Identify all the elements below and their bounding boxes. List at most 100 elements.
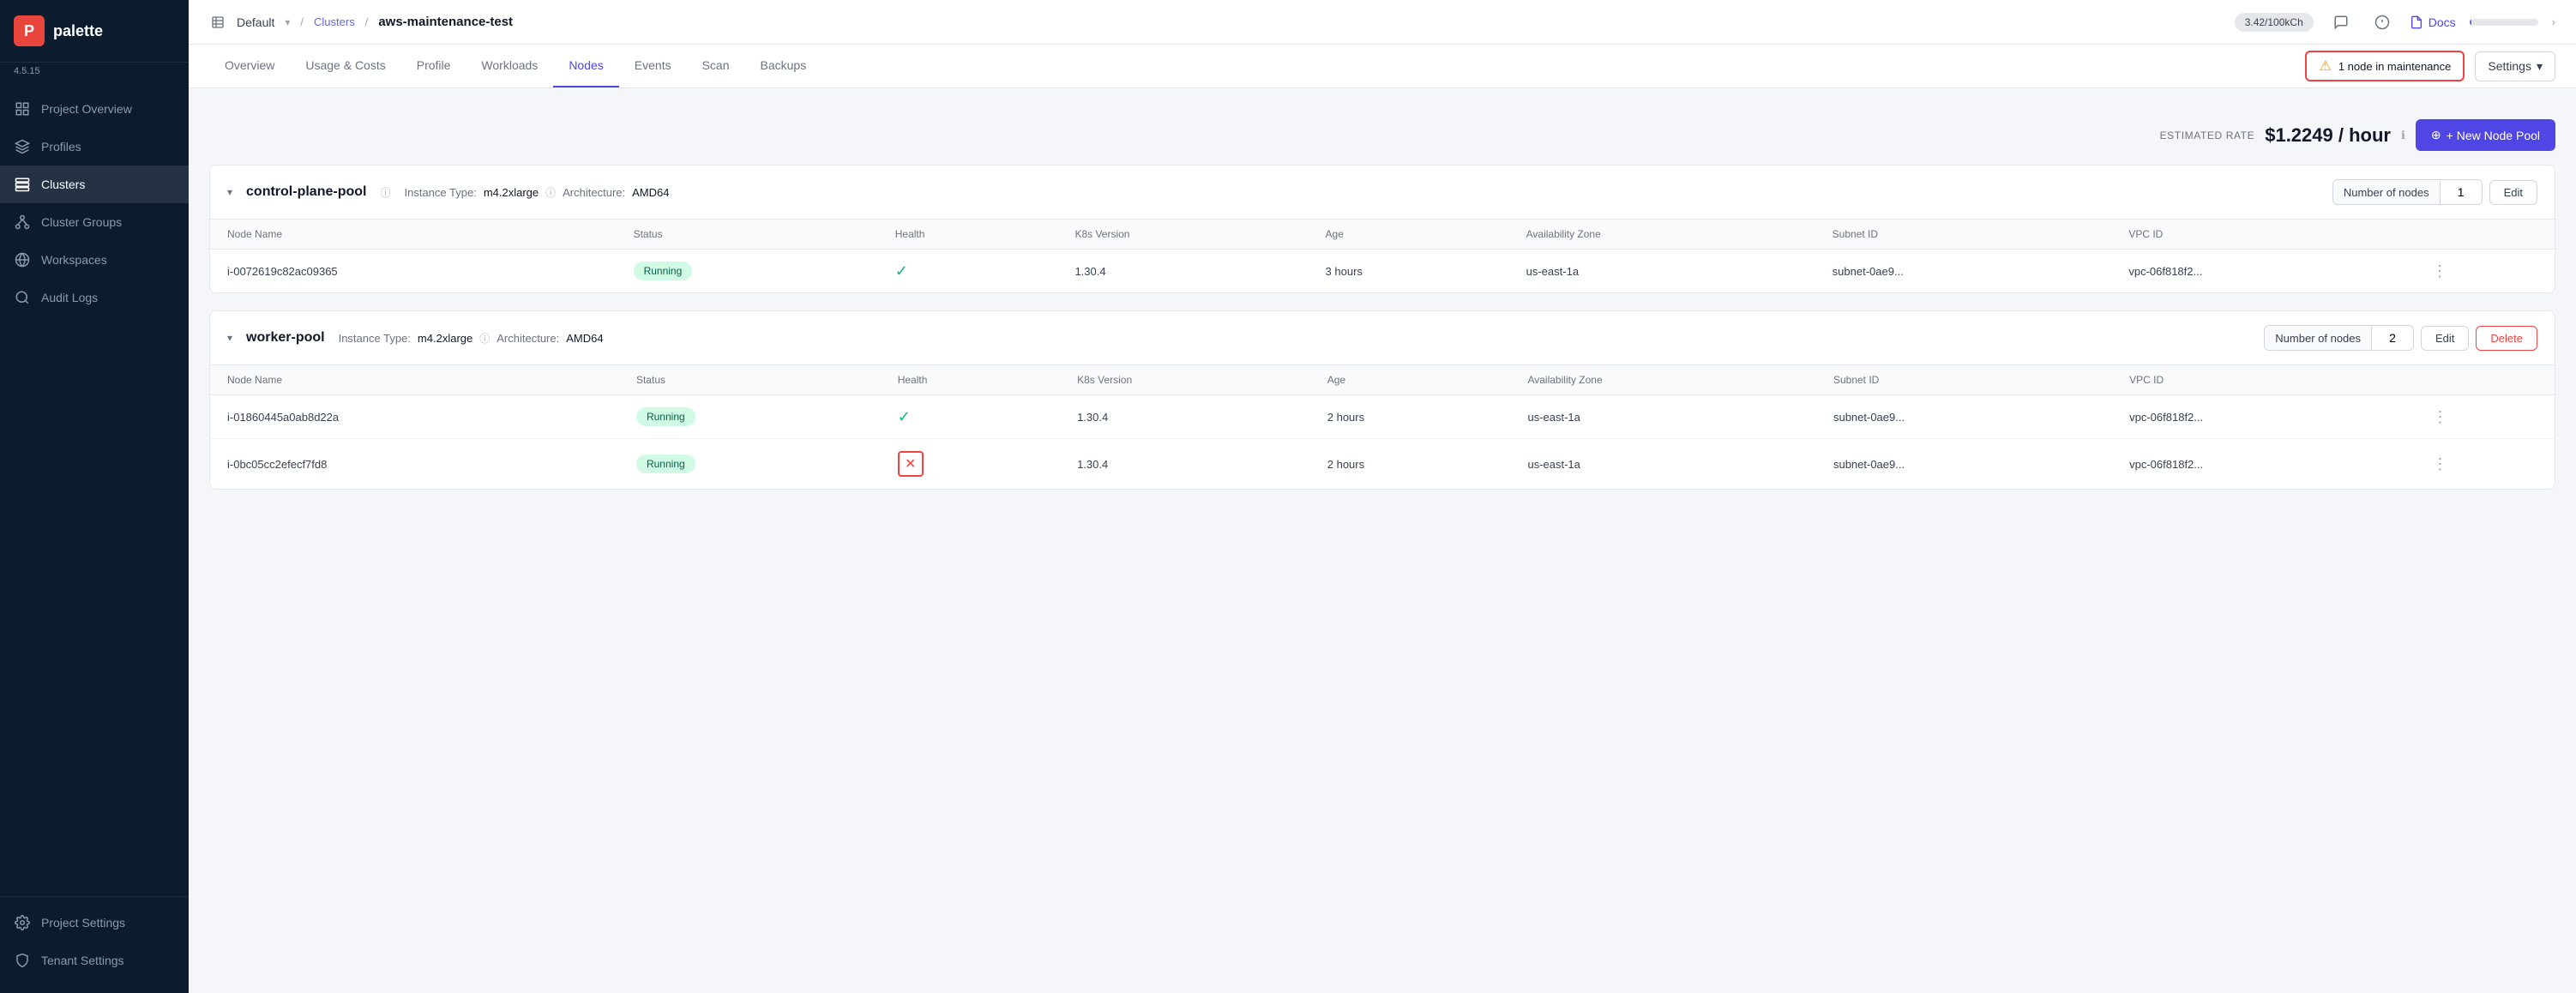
worker-pool-meta: Instance Type: m4.2xlarge ⓘ Architecture…	[339, 331, 604, 346]
docs-button[interactable]: Docs	[2410, 15, 2456, 29]
progress-bar-fill	[2470, 19, 2472, 26]
settings-button[interactable]: Settings ▾	[2475, 51, 2555, 81]
sidebar-item-project-settings[interactable]: Project Settings	[0, 904, 189, 942]
tab-workloads[interactable]: Workloads	[466, 45, 553, 87]
control-plane-edit-button[interactable]: Edit	[2489, 180, 2537, 205]
breadcrumb-current: aws-maintenance-test	[378, 15, 513, 29]
worker-count-label: Number of nodes	[2265, 327, 2372, 350]
worker-instance-info-icon[interactable]: ⓘ	[479, 331, 490, 346]
col-health-2: Health	[881, 365, 1060, 395]
sidebar-item-cluster-groups[interactable]: Cluster Groups	[0, 203, 189, 241]
logo-icon: P	[14, 15, 45, 46]
breadcrumb-sep-1: /	[300, 15, 304, 28]
sidebar-item-profiles[interactable]: Profiles	[0, 128, 189, 166]
node-status: Running	[617, 250, 878, 293]
instance-type-label: Instance Type:	[404, 186, 476, 199]
bell-icon[interactable]	[2368, 9, 2396, 36]
new-node-pool-button[interactable]: ⊕ + New Node Pool	[2416, 119, 2555, 151]
rate-info-icon[interactable]: ℹ	[2401, 129, 2405, 142]
worker-node-count: Number of nodes	[2264, 325, 2414, 351]
tab-overview[interactable]: Overview	[209, 45, 290, 87]
tenant-icon	[14, 952, 31, 969]
logo-text: palette	[53, 22, 103, 40]
col-k8s-2: K8s Version	[1060, 365, 1310, 395]
instance-type-info-icon[interactable]: ⓘ	[545, 185, 556, 200]
cluster-icon	[14, 214, 31, 231]
col-k8s-1: K8s Version	[1057, 220, 1308, 250]
control-plane-actions: Number of nodes Edit	[2332, 179, 2537, 205]
tab-usage-costs[interactable]: Usage & Costs	[290, 45, 400, 87]
workspace-chevron-icon: ▾	[285, 16, 290, 28]
sidebar-item-clusters[interactable]: Clusters	[0, 166, 189, 203]
workspace-name[interactable]: Default	[237, 15, 274, 29]
table-row: i-0072619c82ac09365 Running ✓ 1.30.4 3 h…	[210, 250, 2555, 293]
node-menu[interactable]: ⋮	[2415, 250, 2555, 293]
tabs-bar: Overview Usage & Costs Profile Workloads…	[189, 45, 2576, 88]
expand-icon[interactable]: ›	[2552, 15, 2555, 28]
audit-icon	[14, 289, 31, 306]
worker-edit-button[interactable]: Edit	[2421, 326, 2469, 351]
breadcrumb-clusters[interactable]: Clusters	[314, 15, 355, 28]
worker-pool-chevron-icon[interactable]: ▾	[227, 332, 232, 344]
settings-icon	[14, 914, 31, 931]
worker-delete-button[interactable]: Delete	[2476, 326, 2537, 351]
node-az: us-east-1a	[1509, 250, 1815, 293]
node-menu[interactable]: ⋮	[2415, 439, 2555, 490]
node-age: 3 hours	[1309, 250, 1509, 293]
sidebar-label-cluster-groups: Cluster Groups	[41, 215, 122, 229]
tab-nodes[interactable]: Nodes	[553, 45, 618, 87]
control-plane-node-count: Number of nodes	[2332, 179, 2483, 205]
sidebar-item-project-overview[interactable]: Project Overview	[0, 90, 189, 128]
architecture-value: AMD64	[632, 186, 669, 199]
worker-arch-label: Architecture:	[497, 332, 559, 345]
settings-label: Settings	[2488, 59, 2531, 73]
node-vpc: vpc-06f818f2...	[2112, 395, 2415, 439]
workspace-chart-icon	[209, 14, 226, 31]
sidebar-label-project-settings: Project Settings	[41, 916, 125, 930]
node-health: ✓	[881, 395, 1060, 439]
worker-pool-actions: Number of nodes Edit Delete	[2264, 325, 2537, 351]
sidebar-item-workspaces[interactable]: Workspaces	[0, 241, 189, 279]
estimated-rate-label: ESTIMATED RATE	[2160, 129, 2255, 141]
control-plane-count-input[interactable]	[2441, 180, 2482, 204]
control-plane-chevron-icon[interactable]: ▾	[227, 186, 232, 198]
col-status-1: Status	[617, 220, 878, 250]
node-az: us-east-1a	[1510, 439, 1816, 490]
tab-backups[interactable]: Backups	[745, 45, 822, 87]
breadcrumb-sep-2: /	[365, 15, 369, 28]
node-status: Running	[619, 439, 881, 490]
grid-icon	[14, 100, 31, 117]
sidebar-label-workspaces: Workspaces	[41, 253, 107, 267]
worker-instance-type: m4.2xlarge	[418, 332, 472, 345]
col-az-2: Availability Zone	[1510, 365, 1816, 395]
tabs-right: ⚠ 1 node in maintenance Settings ▾	[2305, 51, 2555, 81]
worker-pool-header: ▾ worker-pool Instance Type: m4.2xlarge …	[210, 311, 2555, 365]
content-area: ESTIMATED RATE $1.2249 / hour ℹ ⊕ + New …	[189, 88, 2576, 993]
col-node-name-2: Node Name	[210, 365, 619, 395]
sidebar-logo: P palette	[0, 0, 189, 63]
control-plane-count-label: Number of nodes	[2333, 181, 2441, 204]
worker-count-input[interactable]	[2372, 326, 2413, 350]
tab-profile[interactable]: Profile	[401, 45, 466, 87]
node-k8s: 1.30.4	[1057, 250, 1308, 293]
chat-icon[interactable]	[2327, 9, 2355, 36]
sidebar-item-tenant-settings[interactable]: Tenant Settings	[0, 942, 189, 979]
sidebar-item-audit-logs[interactable]: Audit Logs	[0, 279, 189, 316]
control-plane-info-icon[interactable]: ⓘ	[380, 185, 390, 200]
node-name: i-0072619c82ac09365	[210, 250, 617, 293]
col-subnet-2: Subnet ID	[1816, 365, 2112, 395]
node-name: i-01860445a0ab8d22a	[210, 395, 619, 439]
maintenance-alert-text: 1 node in maintenance	[2338, 60, 2452, 73]
node-age: 2 hours	[1310, 395, 1511, 439]
col-actions-2	[2415, 365, 2555, 395]
control-plane-pool-header: ▾ control-plane-pool ⓘ Instance Type: m4…	[210, 166, 2555, 220]
col-status-2: Status	[619, 365, 881, 395]
tab-events[interactable]: Events	[619, 45, 687, 87]
node-vpc: vpc-06f818f2...	[2111, 250, 2415, 293]
tab-scan[interactable]: Scan	[687, 45, 745, 87]
credit-badge: 3.42/100kCh	[2235, 13, 2314, 32]
sidebar-nav: Project Overview Profiles Clusters Clust…	[0, 83, 189, 896]
sidebar-label-project-overview: Project Overview	[41, 102, 132, 116]
node-menu[interactable]: ⋮	[2415, 395, 2555, 439]
main-area: Default ▾ / Clusters / aws-maintenance-t…	[189, 0, 2576, 993]
